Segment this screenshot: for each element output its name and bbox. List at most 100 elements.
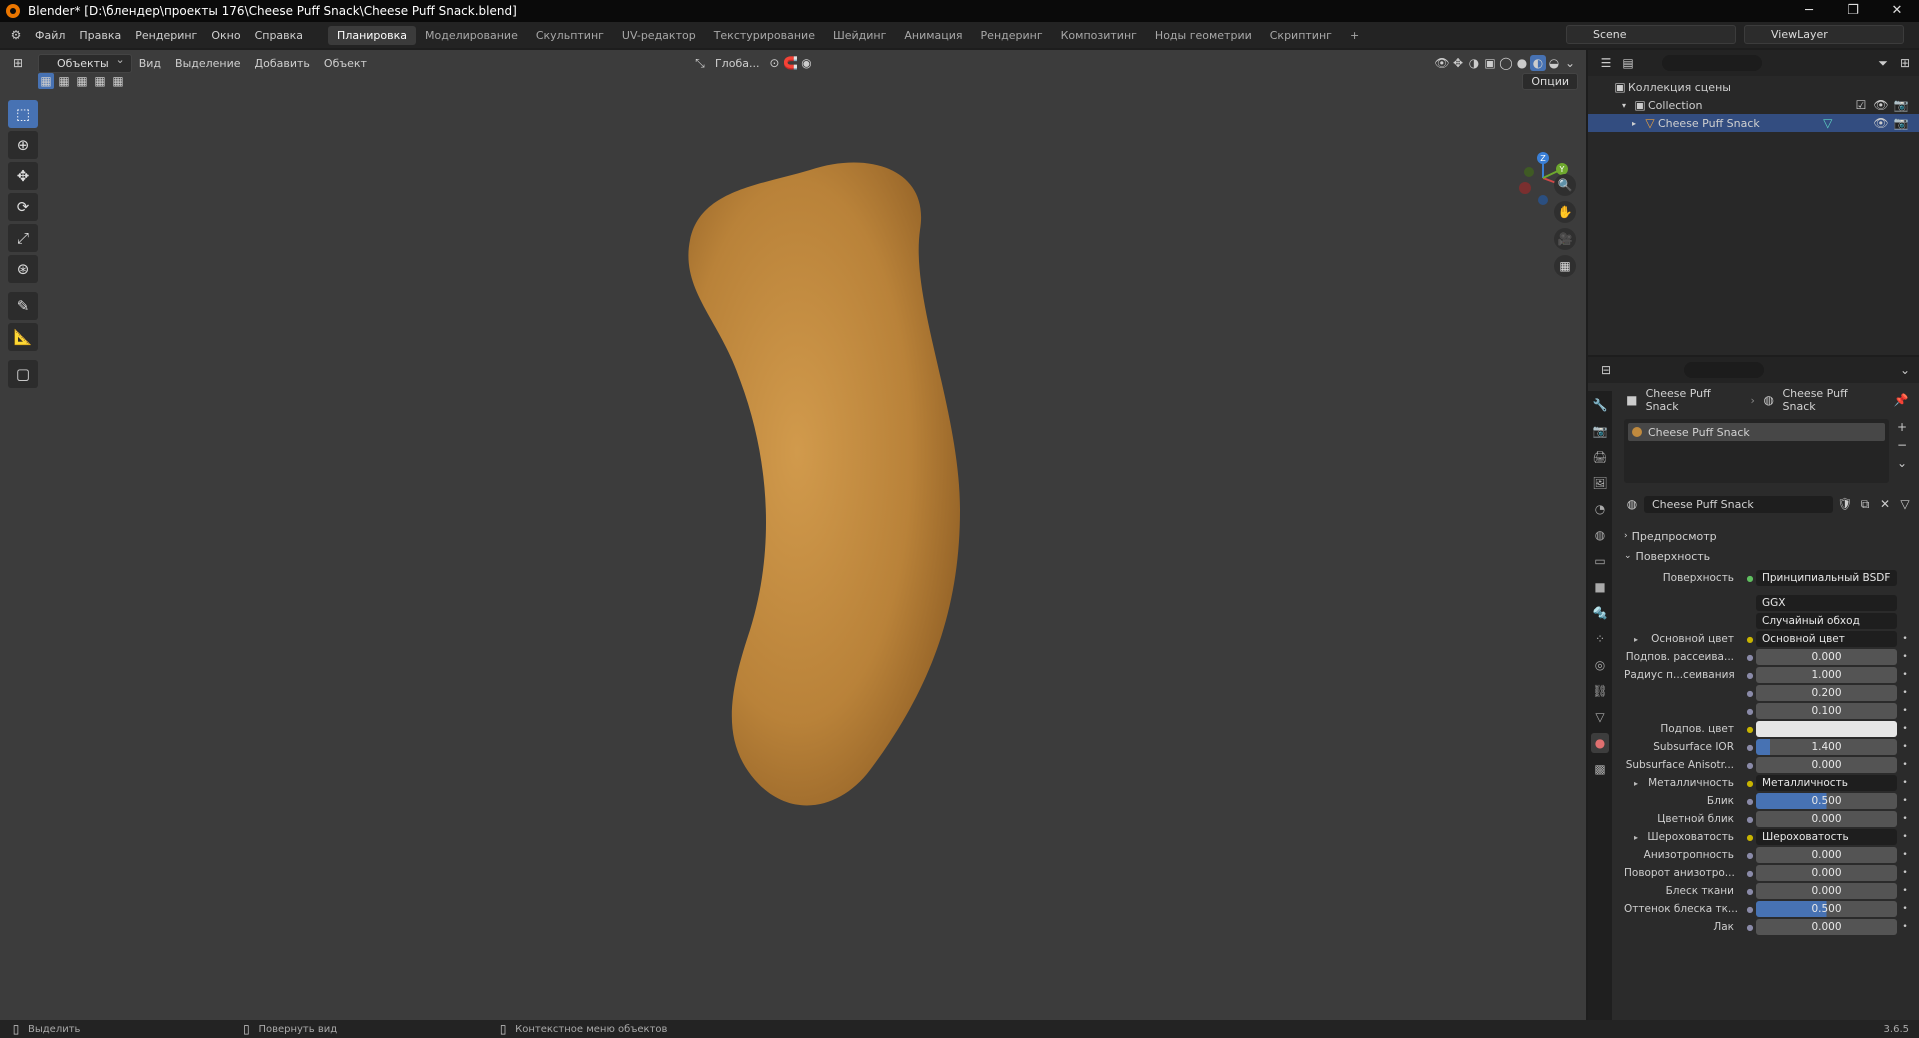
expand-input-icon[interactable]: ▸ (1634, 779, 1638, 788)
material-browse-icon[interactable]: ◍ (1624, 496, 1640, 512)
menu-object[interactable]: Объект (317, 57, 374, 70)
tab-rendering[interactable]: Рендеринг (972, 26, 1052, 45)
select-invert-icon[interactable]: ▦ (92, 73, 108, 89)
pin-icon[interactable]: 📌 (1893, 392, 1909, 408)
perspective-toggle-icon[interactable]: ▦ (1554, 255, 1576, 277)
proportional-edit-icon[interactable]: ◉ (798, 55, 814, 71)
collection-render-icon[interactable]: 📷 (1893, 97, 1909, 113)
minimize-button[interactable]: ─ (1787, 0, 1831, 22)
collection-tab-icon[interactable]: ▭ (1591, 551, 1609, 571)
pan-hand-icon[interactable]: ✋ (1554, 201, 1576, 223)
add-workspace-button[interactable]: + (1341, 26, 1368, 45)
constraints-tab-icon[interactable]: ⛓ (1591, 681, 1609, 701)
outliner-row-collection[interactable]: ▾ ▣ Collection ☑ 👁 📷 (1588, 96, 1919, 114)
properties-editor-icon[interactable]: ⊟ (1598, 362, 1614, 378)
input-socket-icon[interactable]: ● (1744, 635, 1756, 644)
tool-tab-icon[interactable]: 🔧 (1591, 395, 1609, 415)
input-socket-icon[interactable]: ● (1744, 869, 1756, 878)
menu-render[interactable]: Рендеринг (128, 29, 204, 42)
outliner-search-input[interactable] (1662, 55, 1762, 71)
keyframe-dot-icon[interactable]: • (1897, 706, 1913, 716)
bsdf-value-field[interactable]: 1.400 (1756, 739, 1897, 755)
object-expand-icon[interactable]: ▸ (1632, 119, 1642, 128)
snap-icon[interactable]: 🧲 (782, 55, 798, 71)
select-extend-icon[interactable]: ▦ (56, 73, 72, 89)
rotate-tool-icon[interactable]: ⟳ (8, 193, 38, 221)
render-tab-icon[interactable]: 📷 (1591, 421, 1609, 441)
mode-dropdown[interactable]: Объекты (38, 53, 132, 73)
outliner-row-scene-collection[interactable]: ▣ Коллекция сцены (1588, 78, 1919, 96)
bsdf-value-field[interactable]: Шероховатость (1756, 829, 1897, 845)
scene-tab-icon[interactable]: ◔ (1591, 499, 1609, 519)
bsdf-value-field[interactable]: 0.500 (1756, 901, 1897, 917)
input-socket-icon[interactable]: ● (1744, 833, 1756, 842)
tab-scripting[interactable]: Скриптинг (1261, 26, 1341, 45)
material-slot-row[interactable]: Cheese Puff Snack (1628, 423, 1885, 441)
keyframe-dot-icon[interactable]: • (1897, 886, 1913, 896)
camera-view-icon[interactable]: 🎥 (1554, 228, 1576, 250)
menu-help[interactable]: Справка (248, 29, 310, 42)
cursor-tool-icon[interactable]: ⊕ (8, 131, 38, 159)
input-socket-icon[interactable]: ● (1744, 797, 1756, 806)
menu-select[interactable]: Выделение (168, 57, 248, 70)
duplicate-material-icon[interactable]: ⧉ (1857, 496, 1873, 512)
subsurface-method-dropdown[interactable]: Случайный обход (1756, 613, 1897, 629)
bsdf-value-field[interactable]: 0.500 (1756, 793, 1897, 809)
keyframe-dot-icon[interactable]: • (1897, 922, 1913, 932)
input-socket-icon[interactable]: ● (1744, 779, 1756, 788)
properties-options-icon[interactable]: ⌄ (1897, 362, 1913, 378)
tab-layout[interactable]: Планировка (328, 25, 417, 45)
editor-type-icon[interactable]: ⊞ (10, 55, 26, 71)
collection-checkbox-icon[interactable]: ☑ (1853, 97, 1869, 113)
tab-animation[interactable]: Анимация (895, 26, 971, 45)
bsdf-value-field[interactable] (1756, 721, 1897, 737)
keyframe-dot-icon[interactable]: • (1897, 832, 1913, 842)
data-tab-icon[interactable]: ▽ (1591, 707, 1609, 727)
distribution-dropdown[interactable]: GGX (1756, 595, 1897, 611)
menu-file[interactable]: Файл (28, 29, 72, 42)
panel-surface[interactable]: ⌄ Поверхность (1624, 547, 1710, 565)
link-mode-icon[interactable]: ▽ (1897, 496, 1913, 512)
new-collection-icon[interactable]: ⊞ (1897, 55, 1913, 71)
bsdf-value-field[interactable]: 0.000 (1756, 865, 1897, 881)
texture-tab-icon[interactable]: ▩ (1591, 759, 1609, 779)
wireframe-shading-icon[interactable]: ◯ (1498, 55, 1514, 71)
mesh-data-icon[interactable]: ▽ (1820, 115, 1836, 131)
tab-modeling[interactable]: Моделирование (416, 26, 527, 45)
particles-tab-icon[interactable]: ⁘ (1591, 629, 1609, 649)
tab-compositing[interactable]: Композитинг (1052, 26, 1146, 45)
keyframe-dot-icon[interactable]: • (1897, 634, 1913, 644)
input-socket-icon[interactable]: ● (1744, 743, 1756, 752)
object-tab-icon[interactable]: ■ (1591, 577, 1609, 597)
transform-tool-icon[interactable]: ⊛ (8, 255, 38, 283)
outliner-editor-icon[interactable]: ☰ (1598, 55, 1614, 71)
bsdf-value-field[interactable]: 0.000 (1756, 847, 1897, 863)
bsdf-value-field[interactable]: Основной цвет (1756, 631, 1897, 647)
input-socket-icon[interactable]: ● (1744, 815, 1756, 824)
maximize-button[interactable]: ❐ (1831, 0, 1875, 22)
measure-tool-icon[interactable]: 📐 (8, 323, 38, 351)
visibility-icon[interactable]: 👁 (1434, 55, 1450, 71)
expand-input-icon[interactable]: ▸ (1634, 635, 1638, 644)
remove-slot-icon[interactable]: − (1894, 437, 1910, 453)
fake-user-icon[interactable]: 🛡 (1837, 496, 1853, 512)
input-socket-icon[interactable]: ● (1744, 923, 1756, 932)
keyframe-dot-icon[interactable]: • (1897, 652, 1913, 662)
properties-search-input[interactable] (1684, 362, 1764, 378)
gizmo-toggle-icon[interactable]: ✥ (1450, 55, 1466, 71)
menu-edit[interactable]: Правка (72, 29, 128, 42)
keyframe-dot-icon[interactable]: • (1897, 814, 1913, 824)
unlink-material-icon[interactable]: ✕ (1877, 496, 1893, 512)
bsdf-value-field[interactable]: 1.000 (1756, 667, 1897, 683)
select-box-tool-icon[interactable]: ⬚ (8, 100, 38, 128)
keyframe-dot-icon[interactable]: • (1897, 742, 1913, 752)
transform-orientation-dropdown[interactable]: Глоба... (708, 57, 766, 70)
expand-input-icon[interactable]: ▸ (1634, 833, 1638, 842)
tab-geometry-nodes[interactable]: Ноды геометрии (1146, 26, 1261, 45)
select-subtract-icon[interactable]: ▦ (74, 73, 90, 89)
bsdf-value-field[interactable]: 0.000 (1756, 919, 1897, 935)
outliner-display-mode-icon[interactable]: ▤ (1620, 55, 1636, 71)
keyframe-dot-icon[interactable]: • (1897, 796, 1913, 806)
scene-selector[interactable]: Scene (1566, 25, 1736, 44)
bsdf-value-field[interactable]: 0.000 (1756, 757, 1897, 773)
